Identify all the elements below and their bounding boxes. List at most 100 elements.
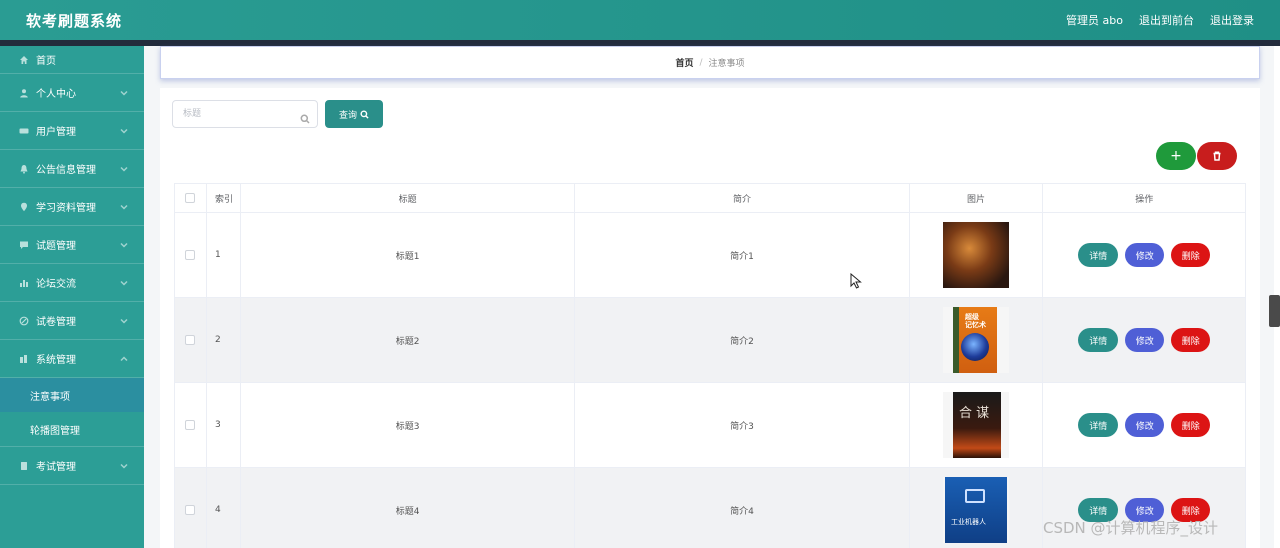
breadcrumb-current: 注意事项	[708, 59, 745, 69]
sidebar-item-exam-management[interactable]: 考试管理	[0, 447, 144, 485]
delete-button[interactable]: 删除	[1171, 243, 1211, 267]
search-icon	[360, 109, 369, 119]
row-picture-cell	[910, 213, 1044, 297]
header-intro: 简介	[575, 184, 910, 212]
detail-button[interactable]: 详情	[1078, 243, 1119, 267]
batch-delete-button[interactable]	[1197, 142, 1237, 170]
sidebar-item-forum[interactable]: 论坛交流	[0, 264, 144, 302]
row-intro: 简介4	[575, 468, 910, 548]
sidebar-item-label: 试题管理	[36, 241, 76, 252]
sidebar-item-question-management[interactable]: 试题管理	[0, 226, 144, 264]
row-title: 标题2	[241, 298, 576, 382]
back-to-front-link[interactable]: 退出到前台	[1139, 12, 1194, 28]
sidebar-item-system-management[interactable]: 系统管理	[0, 340, 144, 378]
sidebar-item-paper-management[interactable]: 试卷管理	[0, 302, 144, 340]
chat-icon	[18, 239, 30, 251]
row-checkbox[interactable]	[185, 335, 196, 345]
logout-link[interactable]: 退出登录	[1210, 12, 1254, 28]
cog-icon	[18, 353, 30, 365]
chevron-down-icon	[120, 462, 128, 470]
sidebar-item-notice-management[interactable]: 公告信息管理	[0, 150, 144, 188]
row-index: 4	[207, 468, 241, 548]
header-title: 标题	[241, 184, 576, 212]
row-checkbox[interactable]	[185, 250, 196, 260]
scrollbar-thumb[interactable]	[1269, 295, 1280, 327]
sidebar-item-label: 考试管理	[36, 462, 76, 473]
header-operations: 操作	[1135, 194, 1154, 205]
content-area: 首页 / 注意事项 查询 + 索引 标题 简介 图片 操作	[144, 46, 1274, 548]
header-index: 索引	[207, 184, 241, 212]
chevron-down-icon	[120, 165, 128, 173]
chevron-down-icon	[120, 317, 128, 325]
sidebar-item-study-material[interactable]: 学习资料管理	[0, 188, 144, 226]
trash-icon	[1213, 151, 1221, 161]
cover-book	[945, 477, 1008, 543]
row-title: 标题4	[241, 468, 576, 548]
breadcrumb: 首页 / 注意事项	[160, 46, 1260, 79]
sidebar-item-user-management[interactable]: 用户管理	[0, 112, 144, 150]
sidebar: 首页 个人中心 用户管理 公告信息管理 学习资料管理 试题管理 论坛交流 试卷管…	[0, 46, 144, 548]
delete-button[interactable]: 删除	[1171, 328, 1211, 352]
select-all-checkbox[interactable]	[185, 193, 196, 203]
row-title: 标题1	[241, 213, 576, 297]
app-title: 软考刷题系统	[26, 12, 123, 30]
mouse-pointer-icon	[850, 272, 862, 289]
row-intro: 简介2	[575, 298, 910, 382]
chevron-down-icon	[120, 127, 128, 135]
row-index: 3	[207, 383, 241, 467]
detail-button[interactable]: 详情	[1078, 413, 1119, 437]
row-picture-cell: 合 谋	[910, 383, 1044, 467]
breadcrumb-home[interactable]: 首页	[675, 56, 693, 69]
row-checkbox[interactable]	[185, 420, 196, 430]
admin-label: 管理员 abo	[1066, 14, 1123, 27]
edit-button[interactable]: 修改	[1125, 328, 1165, 352]
chevron-down-icon	[120, 279, 128, 287]
sidebar-subitem-carousel[interactable]: 轮播图管理	[0, 412, 144, 446]
cover-text: 工业机器人	[951, 518, 987, 526]
bell-icon	[18, 163, 30, 175]
cover-robot	[965, 489, 986, 503]
top-right-menu: 管理员 abo 退出到前台 退出登录	[1066, 12, 1254, 28]
row-picture-cell: 超级 记忆术	[910, 298, 1044, 382]
row-operations: 详情 修改 删除	[1043, 298, 1245, 382]
sidebar-item-personal-center[interactable]: 个人中心	[0, 74, 144, 112]
system-submenu: 注意事项 轮播图管理	[0, 378, 144, 447]
row-index: 1	[207, 213, 241, 297]
sidebar-item-home[interactable]: 首页	[0, 46, 144, 74]
sidebar-item-label: 用户管理	[36, 127, 76, 138]
row-select-cell	[175, 468, 207, 548]
book-cover-image: 合 谋	[943, 392, 1010, 458]
row-select-cell	[175, 298, 207, 382]
row-operations: 详情 修改 删除	[1043, 213, 1245, 297]
row-checkbox[interactable]	[185, 505, 196, 515]
query-button-label: 查询	[338, 110, 357, 121]
book-cover-image: 工业机器人	[943, 477, 1010, 543]
detail-button[interactable]: 详情	[1078, 328, 1119, 352]
sidebar-item-label: 公告信息管理	[36, 165, 96, 176]
query-button[interactable]: 查询	[325, 100, 383, 128]
edit-button[interactable]: 修改	[1125, 413, 1165, 437]
book-cover-image	[943, 222, 1010, 288]
sidebar-item-label: 首页	[36, 56, 56, 67]
cover-text: 超级 记忆术	[965, 313, 987, 329]
cover-spine	[953, 307, 960, 373]
delete-button[interactable]: 删除	[1171, 413, 1211, 437]
add-button[interactable]: +	[1156, 142, 1196, 170]
table-row: 3 标题3 简介3 合 谋 详情 修改 删除	[175, 383, 1245, 468]
chevron-down-icon	[120, 241, 128, 249]
row-index: 2	[207, 298, 241, 382]
row-select-cell	[175, 213, 207, 297]
home-icon	[18, 54, 30, 66]
sidebar-subitem-notes[interactable]: 注意事项	[0, 378, 144, 412]
data-table: 索引 标题 简介 图片 操作 1 标题1 简介1 详情 修改 删除 2 标题2 …	[174, 183, 1246, 548]
main-panel: 查询 + 索引 标题 简介 图片 操作 1 标题1 简介1	[160, 88, 1260, 548]
sidebar-item-label: 学习资料管理	[36, 203, 96, 214]
cover-globe	[961, 333, 990, 361]
edit-button[interactable]: 修改	[1125, 243, 1165, 267]
search-input[interactable]	[173, 101, 293, 127]
row-picture-cell: 工业机器人	[910, 468, 1044, 548]
book-cover-image: 超级 记忆术	[943, 307, 1010, 373]
users-icon	[18, 125, 30, 137]
sidebar-item-label: 系统管理	[36, 355, 76, 366]
header-select-cell	[175, 184, 207, 212]
